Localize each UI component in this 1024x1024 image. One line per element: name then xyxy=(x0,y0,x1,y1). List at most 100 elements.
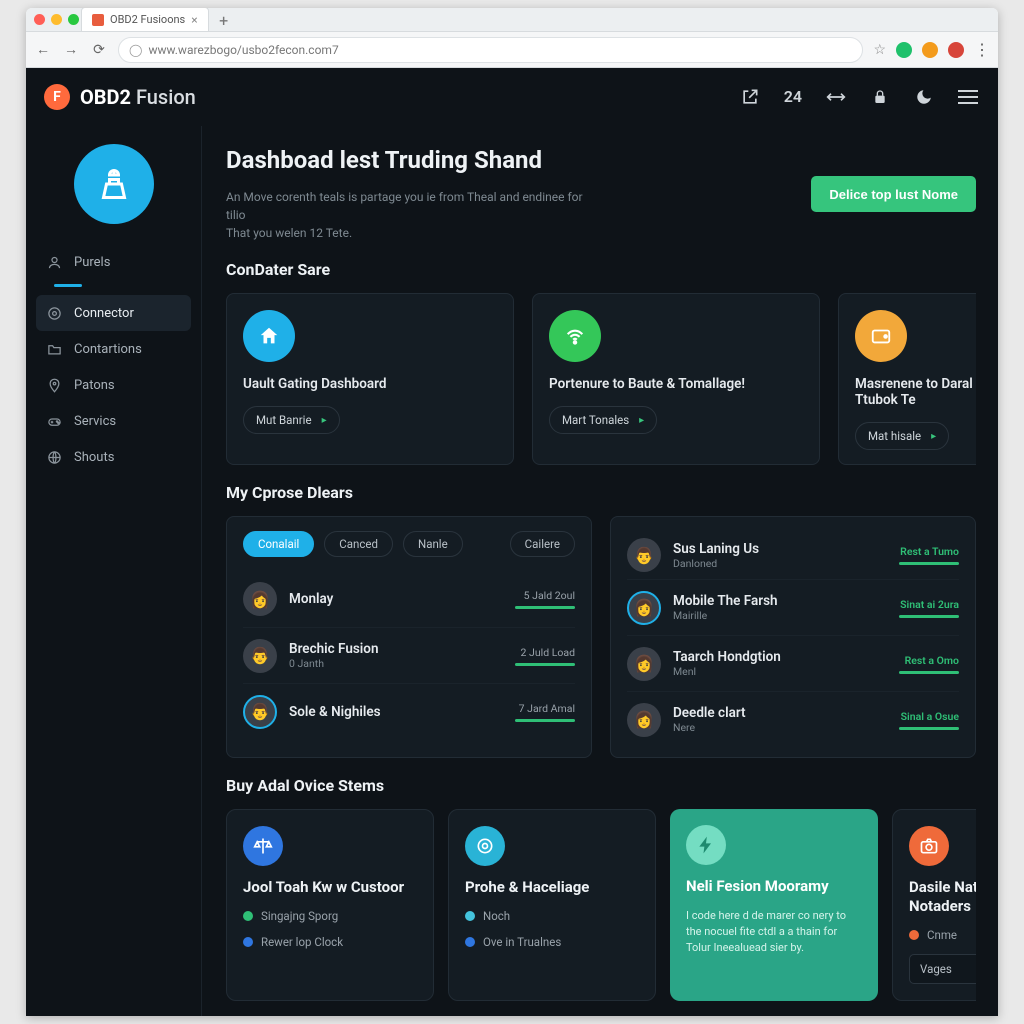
menu-icon[interactable] xyxy=(958,90,978,104)
progress-bar xyxy=(515,663,575,666)
condater-card[interactable]: Masrenene to Daral Ttubok Te Mat hisale▸ xyxy=(838,293,976,465)
forward-icon[interactable]: → xyxy=(62,41,80,58)
status-dot-icon xyxy=(909,930,919,940)
browser-tab[interactable]: OBD2 Fusioons × xyxy=(81,8,209,31)
status-dot-icon xyxy=(465,911,475,921)
chevron-right-icon: ▸ xyxy=(639,415,644,426)
app-header: F OBD2 Fusion 24 xyxy=(26,68,998,126)
stem-title: Dasile Nation & Notaders xyxy=(909,878,976,916)
sidebar-item-patons[interactable]: Patons xyxy=(36,367,191,403)
filter-chip[interactable]: Nanle xyxy=(403,531,463,557)
sidebar-item-label: Servics xyxy=(74,414,116,429)
avatar: 👨 xyxy=(243,639,277,673)
filter-chip[interactable]: Cailere xyxy=(510,531,575,557)
browser-menu-icon[interactable]: ⋮ xyxy=(974,40,990,59)
header-counter: 24 xyxy=(784,87,802,106)
row-sub: Danloned xyxy=(673,557,759,570)
connector-icon xyxy=(46,305,62,321)
page-head: Dashboad lest Truding Shand An Move core… xyxy=(226,146,976,242)
folder-icon xyxy=(46,341,62,357)
brand-name: OBD2 Fusion xyxy=(80,85,196,109)
dears-panel-left: Conalail Canced Nanle Cailere 👩 Monlay 5… xyxy=(226,516,592,758)
favicon-icon xyxy=(92,14,104,26)
status-dot-icon xyxy=(243,911,253,921)
sidebar-item-servics[interactable]: Servics xyxy=(36,403,191,439)
filter-row: Conalail Canced Nanle Cailere xyxy=(243,531,575,557)
chevron-right-icon: ▸ xyxy=(322,415,327,426)
stem-card[interactable]: Jool Toah Kw w Custoor Singajng Sporg Re… xyxy=(226,809,434,1001)
sidebar-item-label: Patons xyxy=(74,378,115,393)
row-name: Sus Laning Us xyxy=(673,541,759,557)
condater-card[interactable]: Uault Gating Dashboard Mut Banrie▸ xyxy=(226,293,514,465)
external-link-icon[interactable] xyxy=(740,87,760,107)
list-item[interactable]: 👩 Monlay 5 Jald 2oul xyxy=(243,571,575,627)
avatar: 👩 xyxy=(627,647,661,681)
list-item[interactable]: 👨 Sole & Nighiles 7 Jard Amal xyxy=(243,683,575,739)
sidebar-item-label: Shouts xyxy=(74,450,114,465)
stem-row: Cnme xyxy=(909,928,976,942)
row-sub: Nere xyxy=(673,721,746,734)
progress-bar xyxy=(899,562,959,565)
main-content: Dashboad lest Truding Shand An Move core… xyxy=(202,126,998,1016)
card-pill-button[interactable]: Mart Tonales▸ xyxy=(549,406,657,434)
stems-row: Jool Toah Kw w Custoor Singajng Sporg Re… xyxy=(226,809,976,1001)
list-item[interactable]: 👨 Sus Laning UsDanloned Rest a Tumo xyxy=(627,531,959,579)
bookmark-icon[interactable]: ☆ xyxy=(873,42,886,58)
stem-select[interactable]: Vages▼ xyxy=(909,954,976,984)
url-field[interactable]: ◯ www.warezbogo/usbo2fecon.com7 xyxy=(118,37,863,63)
lock-icon[interactable] xyxy=(870,87,890,107)
row-sub: 0 Janth xyxy=(289,657,378,670)
minimize-window-icon[interactable] xyxy=(51,14,62,25)
back-icon[interactable]: ← xyxy=(34,41,52,58)
list-item[interactable]: 👩 Deedle clartNere Sinal a Osue xyxy=(627,691,959,747)
row-meta: Rest a Tumo xyxy=(900,545,959,558)
page-title: Dashboad lest Truding Shand xyxy=(226,146,586,174)
list-item[interactable]: 👩 Taarch HondgtionMenl Rest a Omo xyxy=(627,635,959,691)
reload-icon[interactable]: ⟳ xyxy=(90,42,108,58)
progress-bar xyxy=(515,719,575,722)
stem-card-featured[interactable]: Neli Fesion Mooramy I code here d de mar… xyxy=(670,809,878,1001)
extension-icon-3[interactable] xyxy=(948,42,964,58)
tab-close-icon[interactable]: × xyxy=(191,13,197,27)
status-dot-icon xyxy=(465,937,475,947)
row-meta: Sinal a Osue xyxy=(901,710,959,723)
chevron-right-icon: ▸ xyxy=(931,431,936,442)
list-item[interactable]: 👨 Brechic Fusion0 Janth 2 Juld Load xyxy=(243,627,575,683)
condater-card[interactable]: Portenure to Baute & Tomallage! Mart Ton… xyxy=(532,293,820,465)
extension-icon-1[interactable] xyxy=(896,42,912,58)
row-name: Taarch Hondgtion xyxy=(673,649,781,665)
user-avatar[interactable] xyxy=(74,144,154,224)
stem-card[interactable]: Dasile Nation & Notaders Cnme Vages▼ xyxy=(892,809,976,1001)
card-pill-button[interactable]: Mut Banrie▸ xyxy=(243,406,340,434)
primary-cta-button[interactable]: Delice top lust Nome xyxy=(811,176,976,212)
stem-card[interactable]: Prohe & Haceliage Noch Ove in Trualnes xyxy=(448,809,656,1001)
app: F OBD2 Fusion 24 xyxy=(26,68,998,1016)
scale-icon xyxy=(243,826,283,866)
filter-chip[interactable]: Conalail xyxy=(243,531,314,557)
stem-row: Singajng Sporg xyxy=(243,909,417,923)
progress-bar xyxy=(899,671,959,674)
dears-panel-right: 👨 Sus Laning UsDanloned Rest a Tumo 👩 Mo… xyxy=(610,516,976,758)
app-body: Purels Connector Contartions Patons xyxy=(26,126,998,1016)
section-heading-stems: Buy Adal Ovice Stems xyxy=(226,776,976,795)
section-heading-dears: My Cprose Dlears xyxy=(226,483,976,502)
row-meta: Rest a Omo xyxy=(905,654,959,667)
card-pill-button[interactable]: Mat hisale▸ xyxy=(855,422,949,450)
sidebar-item-connector[interactable]: Connector xyxy=(36,295,191,331)
resize-icon[interactable] xyxy=(826,87,846,107)
sidebar-item-contartions[interactable]: Contartions xyxy=(36,331,191,367)
url-text: www.warezbogo/usbo2fecon.com7 xyxy=(148,43,338,57)
new-tab-button[interactable]: + xyxy=(213,9,235,31)
row-meta: 2 Juld Load xyxy=(521,646,575,659)
maximize-window-icon[interactable] xyxy=(68,14,79,25)
row-name: Mobile The Farsh xyxy=(673,593,778,609)
filter-chip[interactable]: Canced xyxy=(324,531,393,557)
extension-icon-2[interactable] xyxy=(922,42,938,58)
sidebar-item-shouts[interactable]: Shouts xyxy=(36,439,191,475)
list-item[interactable]: 👩 Mobile The FarshMairille Sinat ai 2ura xyxy=(627,579,959,635)
brand-logo[interactable]: F OBD2 Fusion xyxy=(44,84,196,110)
sidebar-item-purels[interactable]: Purels xyxy=(36,244,191,280)
page-subtitle: An Move corenth teals is partage you ie … xyxy=(226,188,586,242)
close-window-icon[interactable] xyxy=(34,14,45,25)
moon-icon[interactable] xyxy=(914,87,934,107)
